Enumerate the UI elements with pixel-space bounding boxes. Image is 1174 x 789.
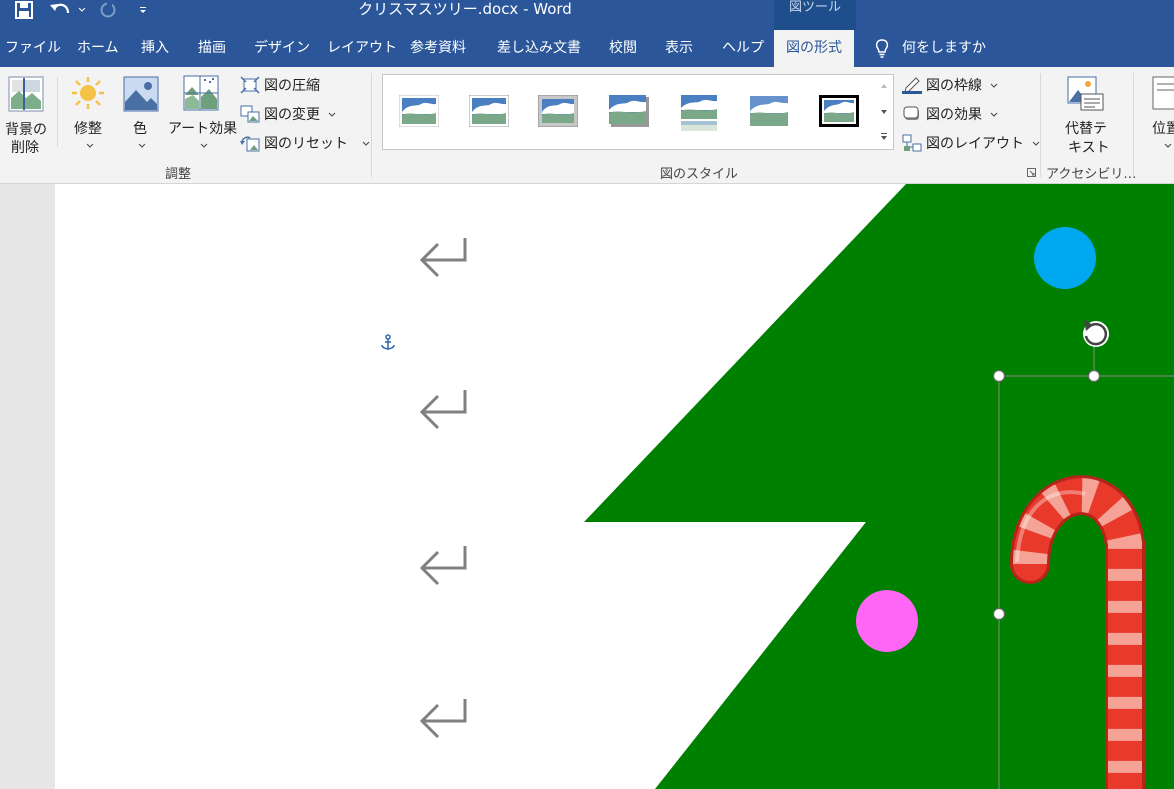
alt-text-label-2: キスト xyxy=(1068,140,1110,156)
chevron-down-icon xyxy=(990,83,998,88)
alt-text-label-1: 代替テ xyxy=(1065,121,1107,137)
chevron-down-icon xyxy=(200,143,208,148)
tab-mailings[interactable]: 差し込み文書 xyxy=(497,30,581,67)
pink-ornament[interactable] xyxy=(856,590,918,652)
remove-background-button[interactable]: 背景の 削除 xyxy=(0,67,52,157)
reset-picture-label: 図のリセット xyxy=(264,136,348,152)
divider xyxy=(57,77,58,147)
tab-home[interactable]: ホーム xyxy=(77,30,119,67)
tab-file[interactable]: ファイル xyxy=(5,30,61,67)
tab-layout[interactable]: レイアウト xyxy=(327,30,397,67)
chevron-down-icon xyxy=(86,143,94,148)
change-picture-label: 図の変更 xyxy=(264,107,320,123)
compress-label: 図の圧縮 xyxy=(264,78,320,94)
tab-review[interactable]: 校閲 xyxy=(609,30,637,67)
change-picture-button[interactable]: 図の変更 xyxy=(240,102,336,126)
picture-effects-icon xyxy=(903,106,919,120)
title-bar: クリスマスツリー.docx - Word 図ツール xyxy=(0,0,1174,30)
tab-view[interactable]: 表示 xyxy=(665,30,693,67)
remove-background-label-1: 背景の xyxy=(5,122,47,138)
artistic-effects-label: アート効果 xyxy=(168,121,238,137)
picture-styles-group-label: 図のスタイル xyxy=(660,167,739,182)
group-divider xyxy=(1133,73,1134,177)
sun-icon xyxy=(72,77,104,109)
anchor-icon[interactable] xyxy=(381,334,395,350)
change-picture-icon xyxy=(240,105,260,123)
chevron-down-icon xyxy=(328,112,336,117)
document-page[interactable] xyxy=(55,184,1174,789)
color-button[interactable]: 色 xyxy=(117,67,163,157)
chevron-down-icon xyxy=(1164,143,1172,148)
paragraph-mark-icon xyxy=(419,238,467,278)
blue-ornament[interactable] xyxy=(1034,227,1096,289)
scroll-down-icon[interactable] xyxy=(880,109,888,115)
style-thumbnail[interactable] xyxy=(469,95,509,127)
alt-text-button[interactable]: 代替テ キスト xyxy=(1050,67,1122,157)
lightbulb-icon xyxy=(875,39,889,58)
chevron-down-icon xyxy=(990,112,998,117)
reset-picture-button[interactable]: 図のリセット xyxy=(240,131,370,155)
picture-border-icon xyxy=(902,77,922,94)
position-label: 位置 xyxy=(1152,121,1174,137)
compress-icon xyxy=(240,76,260,94)
chevron-down-icon xyxy=(362,141,370,146)
picture-tools-context-label: 図ツール xyxy=(774,0,856,30)
corrections-button[interactable]: 修整 xyxy=(62,67,114,157)
compress-pictures-button[interactable]: 図の圧縮 xyxy=(240,73,320,97)
document-left-margin xyxy=(0,184,56,789)
picture-effects-label: 図の効果 xyxy=(926,107,982,123)
style-thumbnail[interactable] xyxy=(609,95,649,127)
alt-text-icon xyxy=(1067,76,1104,111)
remove-background-label-2: 削除 xyxy=(11,140,39,156)
position-icon xyxy=(1152,76,1174,110)
dialog-launcher-icon[interactable] xyxy=(1027,168,1036,177)
position-button[interactable]: 位置 xyxy=(1145,67,1174,157)
tab-draw[interactable]: 描画 xyxy=(198,30,226,67)
style-thumbnail[interactable] xyxy=(538,95,578,127)
tab-design[interactable]: デザイン xyxy=(254,30,310,67)
picture-color-icon xyxy=(123,76,159,112)
paragraph-mark-icon xyxy=(419,546,467,586)
resize-handle-top[interactable] xyxy=(1087,369,1101,383)
picture-layout-button[interactable]: 図のレイアウト xyxy=(902,131,1040,155)
tell-me-label: 何をしますか xyxy=(902,40,986,56)
tell-me-search[interactable]: 何をしますか xyxy=(874,30,986,67)
chevron-down-icon xyxy=(1032,141,1040,146)
scroll-up-icon[interactable] xyxy=(880,83,888,89)
chevron-down-icon xyxy=(138,143,146,148)
group-divider xyxy=(1040,73,1041,177)
artistic-effects-icon xyxy=(183,75,219,111)
paragraph-mark-icon xyxy=(419,699,467,739)
picture-border-label: 図の枠線 xyxy=(926,78,982,94)
style-thumbnail[interactable] xyxy=(679,95,719,133)
tab-references[interactable]: 参考資料 xyxy=(410,30,466,67)
resize-handle-top-left[interactable] xyxy=(992,369,1006,383)
artistic-effects-button[interactable]: アート効果 xyxy=(166,67,238,157)
picture-layout-icon xyxy=(902,134,922,152)
ribbon-tabs: ファイル ホーム 挿入 描画 デザイン レイアウト 参考資料 差し込み文書 校閲… xyxy=(0,30,1174,67)
accessibility-group-label: アクセシビリ… xyxy=(1046,167,1137,182)
tab-help[interactable]: ヘルプ xyxy=(722,30,764,67)
ribbon: 背景の 削除 修整 色 アート効果 図の圧縮 図の変更 図のリセット 調整 図の… xyxy=(0,67,1174,184)
picture-styles-gallery xyxy=(382,74,878,150)
tab-picture-format[interactable]: 図の形式 xyxy=(774,30,854,67)
gallery-scrollbar xyxy=(876,74,894,150)
picture-layout-label: 図のレイアウト xyxy=(926,136,1024,152)
tab-insert[interactable]: 挿入 xyxy=(141,30,169,67)
reset-picture-icon xyxy=(240,136,260,152)
corrections-label: 修整 xyxy=(74,121,102,137)
color-label: 色 xyxy=(133,121,147,137)
adjust-group-label: 調整 xyxy=(165,167,192,182)
paragraph-mark-icon xyxy=(419,390,467,430)
resize-handle-left[interactable] xyxy=(992,607,1006,621)
style-thumbnail[interactable] xyxy=(399,95,439,127)
style-thumbnail[interactable] xyxy=(749,95,789,127)
picture-effects-button[interactable]: 図の効果 xyxy=(902,102,998,126)
picture-border-button[interactable]: 図の枠線 xyxy=(902,73,998,97)
remove-background-icon xyxy=(8,76,44,112)
group-divider xyxy=(371,73,372,177)
gallery-more-icon[interactable] xyxy=(880,133,888,141)
christmas-tree-drawing xyxy=(381,184,1174,789)
style-thumbnail[interactable] xyxy=(819,95,859,127)
